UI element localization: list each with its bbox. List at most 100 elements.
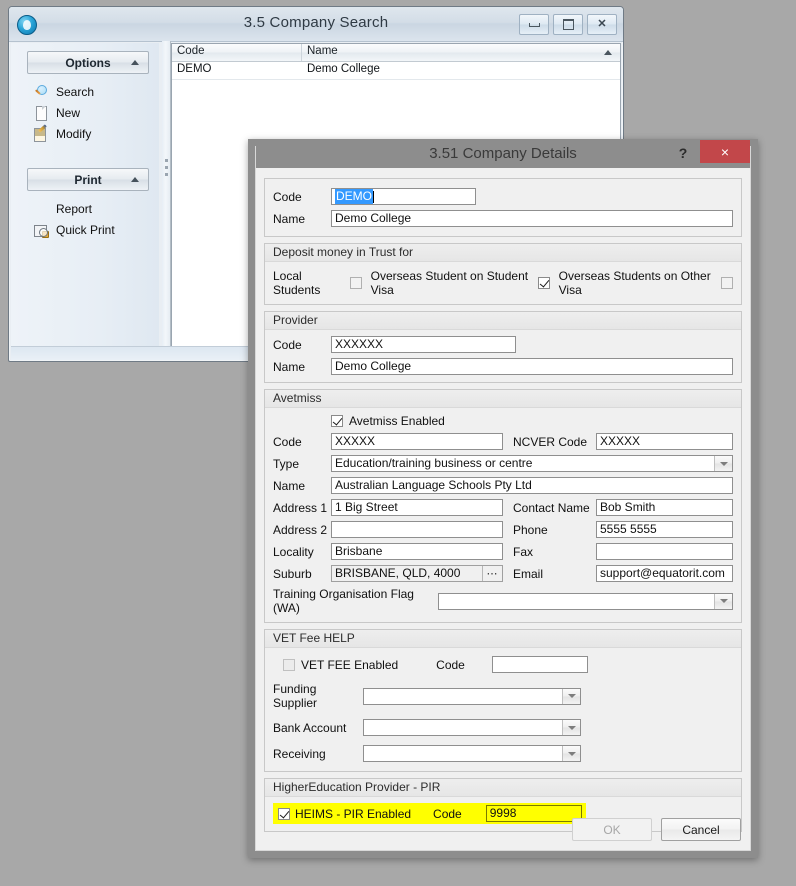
locality-value: Brisbane — [335, 544, 382, 559]
cell-code: DEMO — [172, 62, 302, 79]
receiving-label: Receiving — [273, 747, 363, 761]
column-header-code[interactable]: Code — [172, 44, 302, 61]
column-header-name[interactable]: Name — [302, 44, 620, 61]
sort-ascending-icon — [604, 50, 612, 55]
minimize-icon[interactable] — [519, 14, 549, 35]
bank-account-label: Bank Account — [273, 721, 363, 735]
heims-pir-enabled-label: HEIMS - PIR Enabled — [295, 807, 411, 821]
restore-icon[interactable] — [553, 14, 583, 35]
avetmiss-type-value: Education/training business or centre — [335, 456, 532, 471]
overseas-other-visa-label: Overseas Students on Other Visa — [559, 269, 713, 297]
avetmiss-code-input[interactable]: XXXXX — [331, 433, 503, 450]
cancel-button[interactable]: Cancel — [661, 818, 741, 841]
trust-group: Deposit money in Trust for Local Student… — [264, 243, 742, 305]
help-icon[interactable]: ? — [673, 143, 693, 163]
company-list-header: Code Name — [172, 44, 620, 62]
avetmiss-code-value: XXXXX — [335, 434, 375, 449]
avetmiss-name-input[interactable]: Australian Language Schools Pty Ltd — [331, 477, 733, 494]
sidebar-item-new[interactable]: New — [33, 102, 159, 123]
provider-group: Provider Code XXXXXX Name Demo College — [264, 311, 742, 383]
local-students-checkbox[interactable] — [350, 277, 362, 289]
ncver-code-input[interactable]: XXXXX — [596, 433, 733, 450]
search-icon — [33, 84, 49, 100]
printer-preview-icon — [33, 222, 49, 238]
vet-fee-enabled-label: VET FEE Enabled — [301, 658, 398, 672]
vet-fee-enabled-checkbox[interactable] — [283, 659, 295, 671]
dialog-close-button[interactable]: × — [700, 140, 750, 163]
provider-group-header: Provider — [265, 312, 741, 330]
close-icon[interactable]: ✕ — [587, 14, 617, 35]
code-input-value: DEMO — [335, 189, 373, 204]
sidebar-panel-options-label: Options — [65, 56, 110, 70]
heims-pir-enabled-checkbox[interactable] — [278, 808, 290, 820]
provider-code-input[interactable]: XXXXXX — [331, 336, 516, 353]
fax-label: Fax — [513, 545, 596, 559]
contact-name-input[interactable]: Bob Smith — [596, 499, 733, 516]
avetmiss-code-label: Code — [273, 435, 331, 449]
company-details-body: Code DEMO Name Demo College — [256, 168, 750, 850]
sidebar-item-modify-label: Modify — [56, 127, 91, 141]
name-input[interactable]: Demo College — [331, 210, 733, 227]
overseas-student-visa-checkbox[interactable] — [538, 277, 550, 289]
suburb-browse-button[interactable]: ⋯ — [482, 566, 502, 581]
bank-account-select[interactable] — [363, 719, 581, 736]
code-input[interactable]: DEMO — [331, 188, 476, 205]
code-label: Code — [273, 190, 331, 204]
avetmiss-enabled-label: Avetmiss Enabled — [349, 414, 445, 428]
chevron-down-icon[interactable] — [562, 746, 580, 761]
training-flag-select[interactable] — [438, 593, 733, 610]
address1-input[interactable]: 1 Big Street — [331, 499, 503, 516]
avetmiss-type-select[interactable]: Education/training business or centre — [331, 455, 733, 472]
suburb-input[interactable]: BRISBANE, QLD, 4000 ⋯ — [331, 565, 503, 582]
sidebar-item-modify[interactable]: Modify — [33, 123, 159, 144]
name-input-value: Demo College — [335, 211, 411, 226]
sidebar-item-report-label: Report — [56, 202, 92, 216]
splitter-grip-icon — [165, 159, 168, 180]
company-details-dialog: 3.51 Company Details ? × Code DEMO — [248, 139, 758, 858]
chevron-down-icon[interactable] — [714, 456, 732, 471]
ok-button[interactable]: OK — [572, 818, 652, 841]
table-row[interactable]: DEMO Demo College — [172, 62, 620, 80]
chevron-down-icon[interactable] — [562, 689, 580, 704]
heims-code-input[interactable]: 9998 — [486, 805, 582, 822]
contact-name-label: Contact Name — [513, 501, 596, 515]
trust-group-header: Deposit money in Trust for — [265, 244, 741, 262]
fax-input[interactable] — [596, 543, 733, 560]
sidebar-item-search[interactable]: Search — [33, 81, 159, 102]
sidebar-panel-print-header[interactable]: Print — [27, 168, 149, 191]
local-students-label: Local Students — [273, 269, 342, 297]
provider-name-value: Demo College — [335, 359, 411, 374]
address1-label: Address 1 — [273, 501, 331, 515]
avetmiss-enabled-checkbox[interactable] — [331, 415, 343, 427]
address2-input[interactable] — [331, 521, 503, 538]
sidebar-item-quick-print[interactable]: Quick Print — [33, 219, 159, 240]
avetmiss-name-value: Australian Language Schools Pty Ltd — [335, 478, 532, 493]
funding-supplier-select[interactable] — [363, 688, 581, 705]
company-details-titlebar-bg: 3.51 Company Details ? × — [256, 140, 750, 168]
receiving-select[interactable] — [363, 745, 581, 762]
sidebar-panel-options-header[interactable]: Options — [27, 51, 149, 74]
vet-fee-help-group: VET Fee HELP VET FEE Enabled Code Fundin… — [264, 629, 742, 772]
locality-input[interactable]: Brisbane — [331, 543, 503, 560]
provider-name-input[interactable]: Demo College — [331, 358, 733, 375]
provider-code-label: Code — [273, 338, 331, 352]
heims-code-value: 9998 — [490, 806, 517, 821]
email-input[interactable]: support@equatorit.com — [596, 565, 733, 582]
cell-name: Demo College — [302, 62, 620, 79]
phone-value: 5555 5555 — [600, 522, 657, 537]
sidebar-panel-options-items: Search New Modify — [33, 81, 159, 144]
avetmiss-type-label: Type — [273, 457, 331, 471]
chevron-down-icon[interactable] — [714, 594, 732, 609]
sidebar-item-report[interactable]: Report — [33, 198, 159, 219]
sidebar-panel-print-items: Report Quick Print — [33, 198, 159, 240]
phone-input[interactable]: 5555 5555 — [596, 521, 733, 538]
overseas-other-visa-checkbox[interactable] — [721, 277, 733, 289]
dialog-buttons: OK Cancel — [572, 818, 741, 841]
page-icon — [33, 105, 49, 121]
company-search-titlebar: 3.5 Company Search ✕ — [9, 7, 623, 42]
funding-supplier-label: Funding Supplier — [273, 682, 363, 710]
sidebar-panel-print-label: Print — [74, 173, 101, 187]
vet-fee-code-input[interactable] — [492, 656, 588, 673]
chevron-down-icon[interactable] — [562, 720, 580, 735]
window-controls: ✕ — [519, 14, 617, 35]
